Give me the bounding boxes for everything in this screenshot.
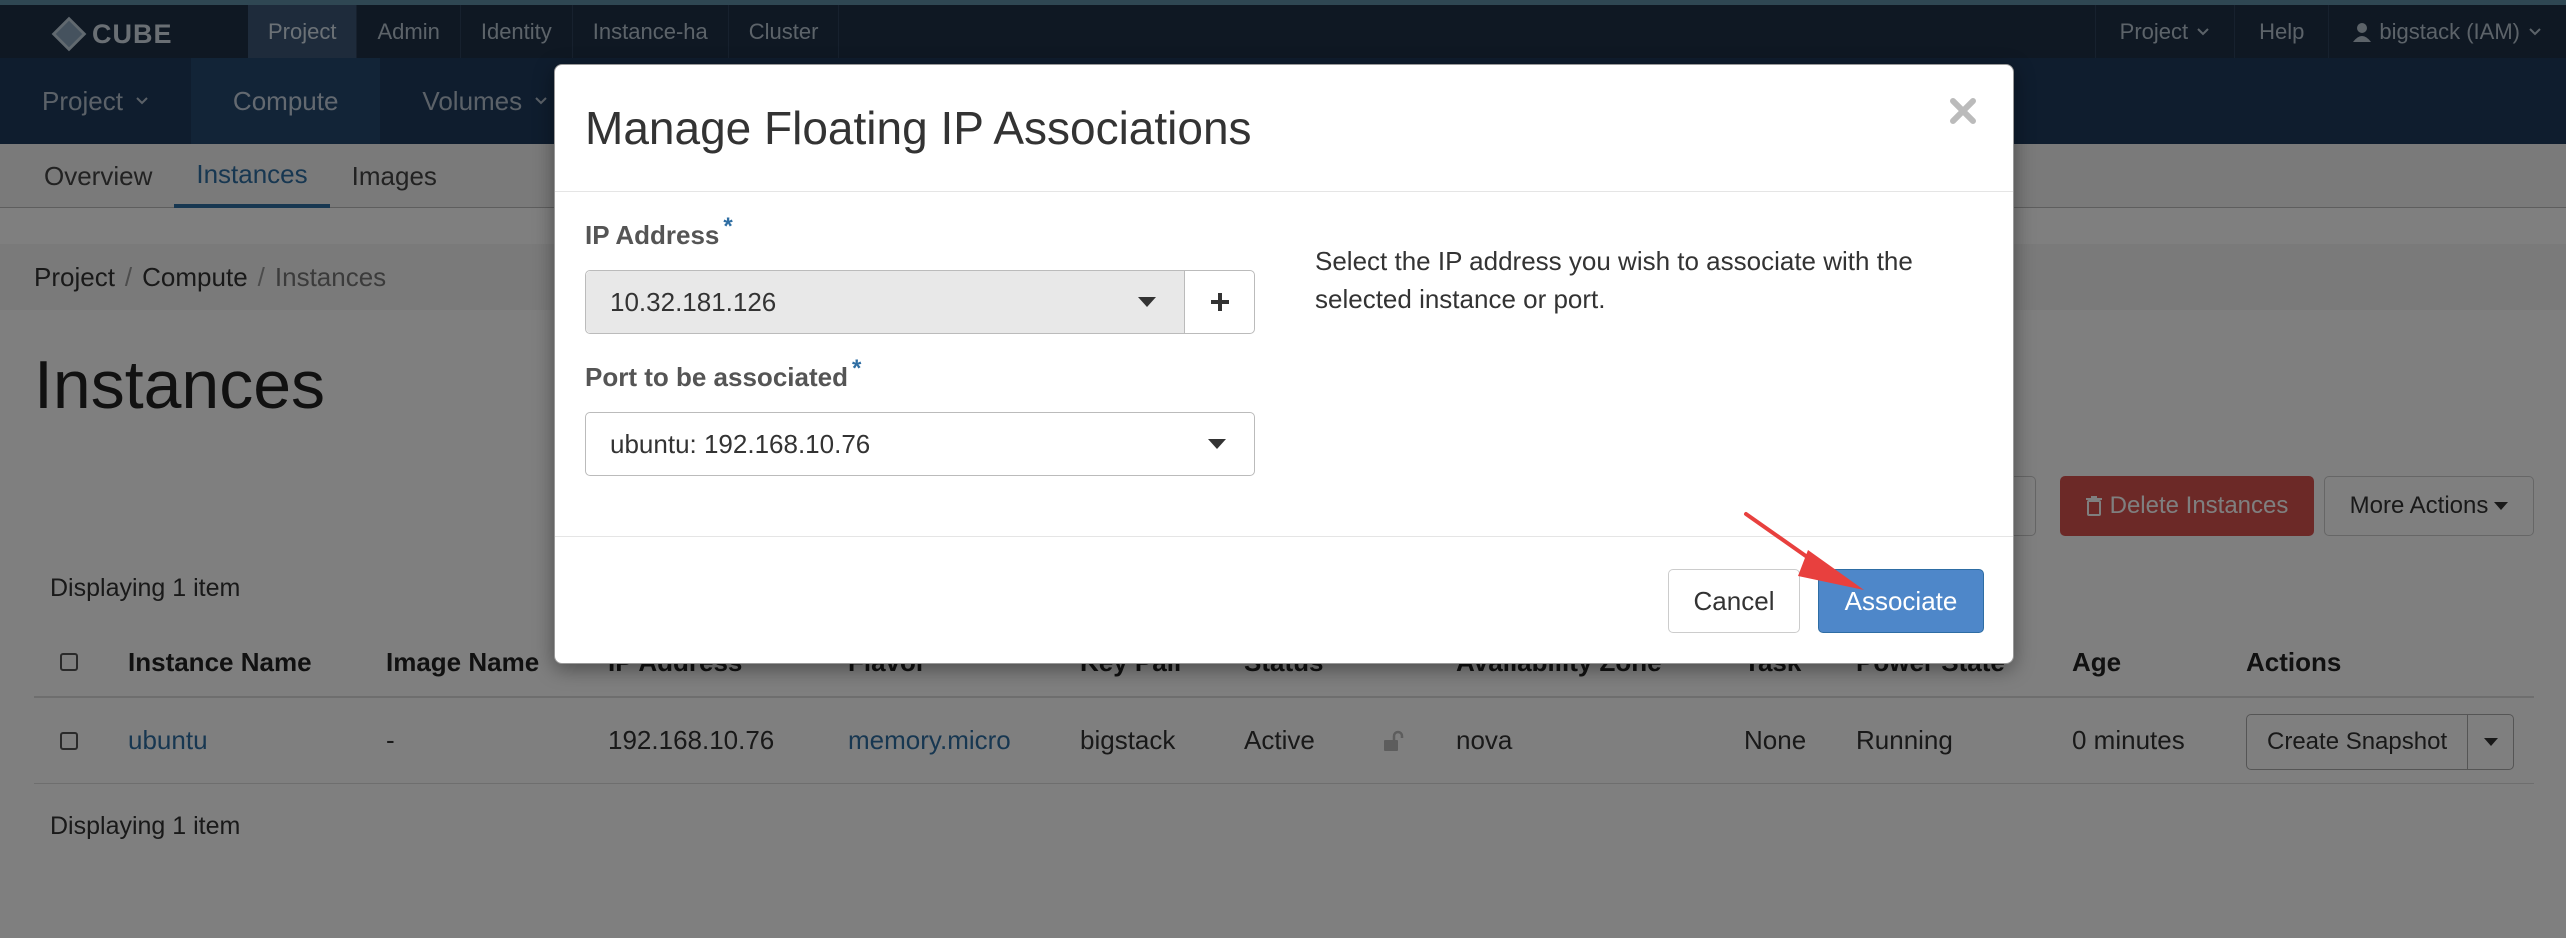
allocate-ip-button[interactable]: [1184, 271, 1254, 333]
modal-help-text: Select the IP address you wish to associ…: [1315, 246, 1913, 314]
required-mark: *: [723, 213, 733, 240]
modal-title: Manage Floating IP Associations: [585, 102, 1252, 154]
port-select[interactable]: ubuntu: 192.168.10.76: [586, 413, 1254, 475]
port-label-text: Port to be associated: [585, 362, 848, 392]
caret-down-icon: [1208, 439, 1226, 449]
caret-down-icon: [1138, 297, 1156, 307]
plus-icon: [1210, 293, 1229, 311]
annotation-arrow-icon: [1744, 512, 1864, 590]
ip-address-value: 10.32.181.126: [610, 286, 777, 317]
ip-address-label: IP Address *: [585, 213, 733, 251]
port-value: ubuntu: 192.168.10.76: [610, 428, 871, 459]
close-icon: [1950, 98, 1976, 124]
port-field: ubuntu: 192.168.10.76: [585, 412, 1255, 476]
close-button[interactable]: [1943, 91, 1983, 131]
required-mark: *: [851, 355, 862, 382]
ip-address-field: 10.32.181.126: [585, 270, 1255, 334]
modal-body: IP Address * 10.32.181.126 Port to be ass…: [555, 192, 2013, 536]
ip-address-select[interactable]: 10.32.181.126: [586, 271, 1184, 333]
ip-address-label-text: IP Address: [585, 220, 720, 250]
port-label: Port to be associated *: [585, 355, 861, 393]
modal-header: Manage Floating IP Associations: [555, 65, 2013, 192]
